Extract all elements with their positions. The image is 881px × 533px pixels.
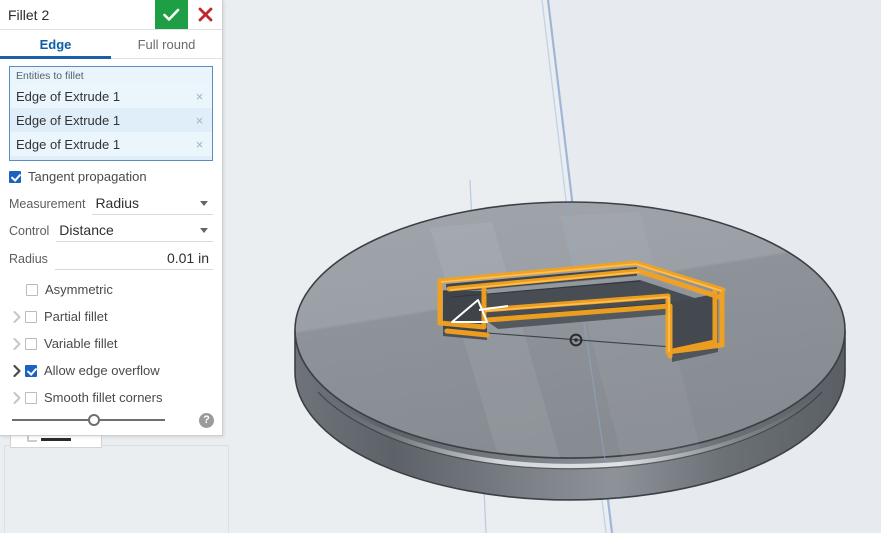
smooth-fillet-corners-label: Smooth fillet corners <box>44 390 163 405</box>
control-select[interactable]: Distance <box>56 219 213 242</box>
tab-full-round[interactable]: Full round <box>111 30 222 58</box>
list-item[interactable]: Edge of Extrude 1 × <box>10 108 212 132</box>
close-icon <box>198 7 212 22</box>
dialog-header: Fillet 2 <box>0 0 222 30</box>
tangent-propagation-checkbox[interactable] <box>9 170 21 183</box>
allow-edge-overflow-checkbox[interactable] <box>25 364 37 377</box>
entity-label: Edge of Extrude 1 <box>16 161 193 162</box>
chevron-right-icon[interactable] <box>9 310 25 323</box>
remove-entity-icon[interactable]: × <box>193 114 206 127</box>
entity-label: Edge of Extrude 1 <box>16 112 121 128</box>
tangent-propagation-row[interactable]: Tangent propagation <box>9 165 213 188</box>
radius-value: 0.01 in <box>166 250 209 266</box>
entity-label: Edge of Extrude 1 <box>16 88 121 104</box>
feature-row-line-active <box>41 438 71 441</box>
entities-list-label: Entities to fillet <box>16 70 84 82</box>
option-partial-fillet[interactable]: Partial fillet <box>9 303 213 330</box>
allow-edge-overflow-label: Allow edge overflow <box>44 363 160 378</box>
dialog-title: Fillet 2 <box>8 6 50 23</box>
measurement-label: Measurement <box>9 197 86 211</box>
partial-fillet-checkbox[interactable] <box>25 310 37 323</box>
option-variable-fillet[interactable]: Variable fillet <box>9 330 213 357</box>
tab-edge[interactable]: Edge <box>0 30 111 59</box>
variable-fillet-checkbox[interactable] <box>25 337 37 350</box>
smooth-fillet-corners-checkbox[interactable] <box>25 391 37 404</box>
dialog-tabs[interactable]: Edge Full round <box>0 30 222 59</box>
help-icon[interactable]: ? <box>199 412 214 428</box>
disc-part <box>294 201 846 501</box>
accept-button[interactable] <box>155 0 188 29</box>
chevron-down-icon <box>200 200 208 206</box>
chevron-right-icon[interactable] <box>9 337 25 350</box>
fillet-dialog[interactable]: Fillet 2 Edge Full round Entities to fil… <box>0 0 223 436</box>
dialog-body: Entities to fillet Edge of Extrude 1 × E… <box>0 59 222 411</box>
chevron-right-icon[interactable] <box>9 364 25 377</box>
dialog-footer: ? <box>0 405 222 435</box>
list-item[interactable]: Edge of Extrude 1 × <box>10 132 212 156</box>
partial-fillet-label: Partial fillet <box>44 309 108 324</box>
control-row[interactable]: Control Distance <box>9 217 213 242</box>
measurement-row[interactable]: Measurement Radius <box>9 190 213 215</box>
control-label: Control <box>9 224 50 238</box>
slider-handle[interactable] <box>88 414 100 426</box>
chevron-right-icon[interactable] <box>9 391 25 404</box>
asymmetric-label: Asymmetric <box>45 282 113 297</box>
list-item[interactable]: Edge of Extrude 1 × <box>10 84 212 108</box>
remove-entity-icon[interactable]: × <box>193 90 206 103</box>
radius-input[interactable]: 0.01 in <box>54 247 213 270</box>
tangent-propagation-label: Tangent propagation <box>28 169 147 184</box>
measurement-select[interactable]: Radius <box>92 192 213 215</box>
radius-row[interactable]: Radius 0.01 in <box>9 244 213 270</box>
option-asymmetric[interactable]: Asymmetric <box>9 276 213 303</box>
dialog-slider[interactable] <box>8 411 189 429</box>
entity-label: Edge of Extrude 1 <box>16 136 121 152</box>
asymmetric-checkbox[interactable] <box>26 283 38 296</box>
radius-label: Radius <box>9 252 48 266</box>
list-item[interactable]: Edge of Extrude 1 × <box>10 156 212 162</box>
control-value: Distance <box>59 222 114 238</box>
cancel-button[interactable] <box>188 0 222 29</box>
chevron-down-icon <box>200 227 208 233</box>
variable-fillet-label: Variable fillet <box>44 336 118 351</box>
option-allow-edge-overflow[interactable]: Allow edge overflow <box>9 357 213 384</box>
check-icon <box>163 8 180 21</box>
entities-to-fillet-list[interactable]: Entities to fillet Edge of Extrude 1 × E… <box>9 66 213 161</box>
measurement-value: Radius <box>95 195 140 211</box>
remove-entity-icon[interactable]: × <box>193 138 206 151</box>
